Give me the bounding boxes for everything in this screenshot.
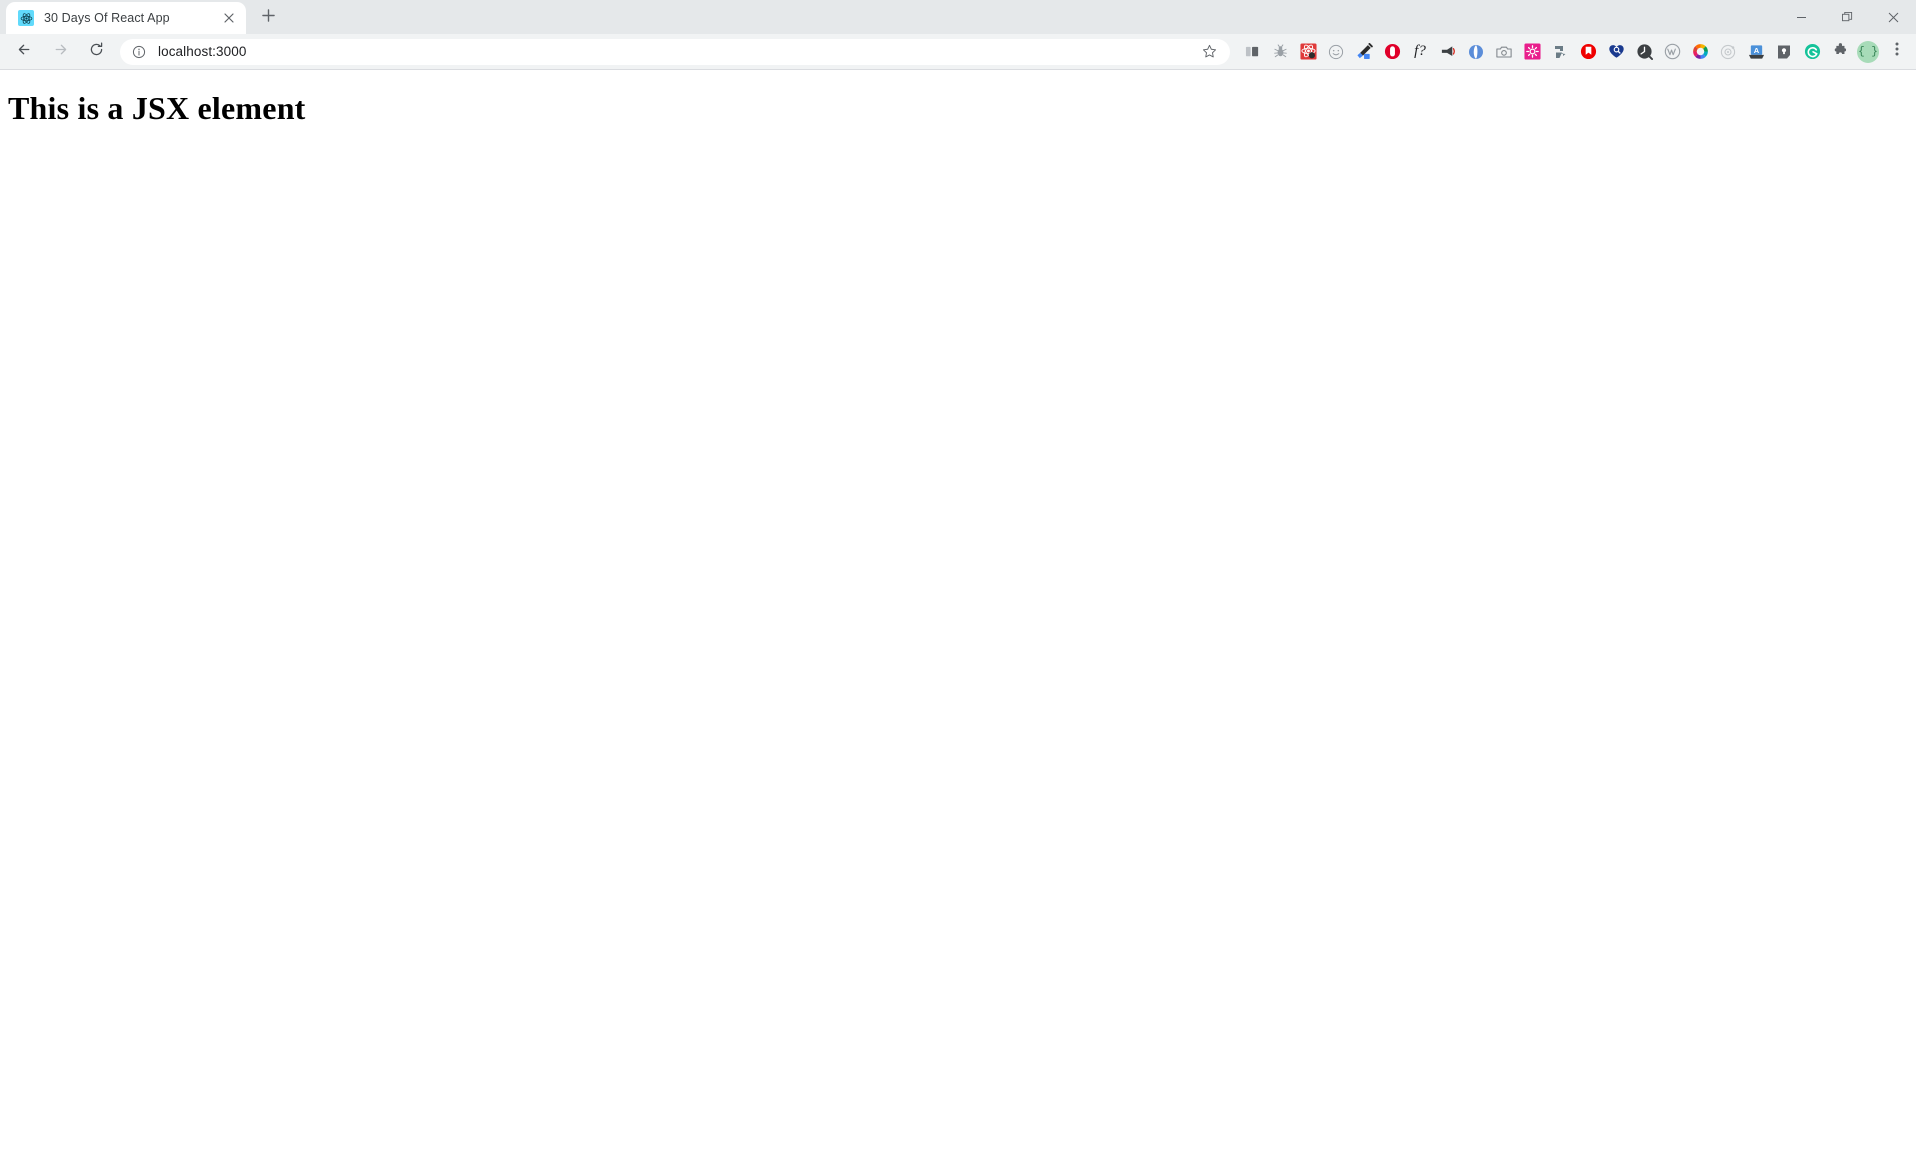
tab-title: 30 Days Of React App xyxy=(44,11,220,25)
color-picker-icon[interactable] xyxy=(1351,39,1377,65)
clock-dark-icon[interactable] xyxy=(1631,39,1657,65)
window-close-button[interactable] xyxy=(1870,0,1916,34)
grammarly-g-icon[interactable] xyxy=(1799,39,1825,65)
avatar: { } xyxy=(1857,41,1879,63)
address-bar-url[interactable]: localhost:3000 xyxy=(152,44,1196,59)
plus-icon xyxy=(262,9,275,27)
react-logo-icon xyxy=(18,10,34,26)
info-circle-icon[interactable] xyxy=(126,39,152,65)
extensions-puzzle-icon[interactable] xyxy=(1827,39,1853,65)
reload-icon xyxy=(88,41,105,63)
reload-button[interactable] xyxy=(82,38,110,66)
fonts-ninja-label: f? xyxy=(1414,44,1426,59)
magenta-badge-icon[interactable] xyxy=(1519,39,1545,65)
blue-circle-icon[interactable] xyxy=(1463,39,1489,65)
send-arrow-icon[interactable] xyxy=(1547,39,1573,65)
page-viewport: This is a JSX element xyxy=(0,70,1916,1157)
screenshot-camera-icon[interactable] xyxy=(1491,39,1517,65)
tab-strip: 30 Days Of React App xyxy=(0,0,1916,34)
browser-tab[interactable]: 30 Days Of React App xyxy=(6,2,246,34)
color-wheel-icon[interactable] xyxy=(1687,39,1713,65)
note-bulb-icon[interactable] xyxy=(1771,39,1797,65)
profile-avatar-icon[interactable]: { } xyxy=(1855,39,1881,65)
react-devtools-icon[interactable] xyxy=(1295,39,1321,65)
forward-arrow-icon xyxy=(52,41,69,63)
fonts-ninja-icon[interactable]: f? xyxy=(1407,39,1433,65)
heart-search-icon[interactable] xyxy=(1603,39,1629,65)
forward-button[interactable] xyxy=(46,38,74,66)
tab-close-icon[interactable] xyxy=(220,9,238,27)
star-outline-icon[interactable] xyxy=(1196,39,1222,65)
window-controls xyxy=(1778,0,1916,34)
back-arrow-icon xyxy=(16,41,33,63)
grey-target-icon[interactable] xyxy=(1715,39,1741,65)
window-restore-button[interactable] xyxy=(1824,0,1870,34)
wordpress-w-icon[interactable] xyxy=(1659,39,1685,65)
svg-text:A: A xyxy=(1753,45,1759,54)
emoji-face-icon[interactable] xyxy=(1323,39,1349,65)
extensions-strip: f? xyxy=(1238,38,1910,66)
page-title: This is a JSX element xyxy=(8,91,1916,126)
reading-view-icon[interactable] xyxy=(1239,39,1265,65)
megaphone-icon[interactable] xyxy=(1435,39,1461,65)
browser-window: 30 Days Of React App xyxy=(0,0,1916,1157)
bug-debugger-icon[interactable] xyxy=(1267,39,1293,65)
opera-shield-icon[interactable] xyxy=(1379,39,1405,65)
chrome-menu-button[interactable] xyxy=(1884,38,1910,66)
grammar-blue-icon[interactable]: A xyxy=(1743,39,1769,65)
address-bar[interactable]: localhost:3000 xyxy=(120,39,1230,65)
back-button[interactable] xyxy=(10,38,38,66)
window-minimize-button[interactable] xyxy=(1778,0,1824,34)
new-tab-button[interactable] xyxy=(254,4,282,32)
three-dots-vertical-icon xyxy=(1895,41,1899,62)
browser-toolbar: localhost:3000 xyxy=(0,34,1916,70)
pocket-bookmark-icon[interactable] xyxy=(1575,39,1601,65)
